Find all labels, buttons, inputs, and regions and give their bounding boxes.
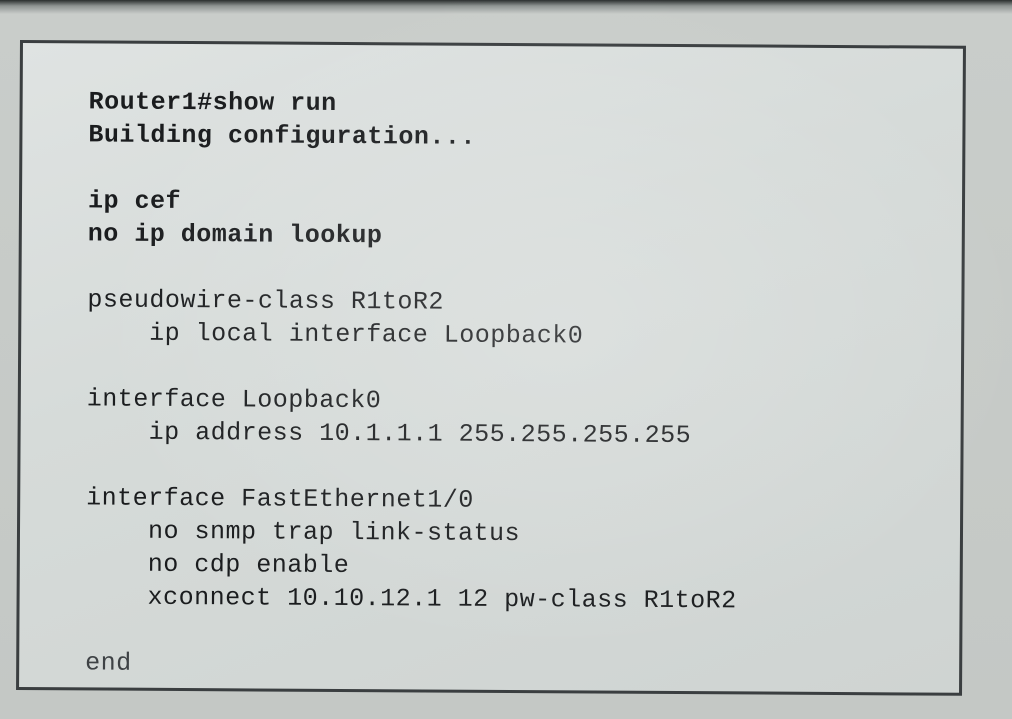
config-line: no ip domain lookup (87, 219, 383, 251)
prompt-line: Router1#show run (88, 87, 337, 118)
config-line: interface Loopback0 (86, 384, 382, 416)
config-line: ip address 10.1.1.1 255.255.255.255 (148, 417, 692, 451)
config-line: end (85, 648, 132, 678)
config-line: ip local interface Loopback0 (149, 318, 584, 351)
config-line: xconnect 10.10.12.1 12 pw-class R1toR2 (147, 582, 737, 616)
config-line: interface FastEthernet1/0 (86, 483, 474, 515)
config-line: Building configuration... (88, 120, 477, 152)
config-line: no cdp enable (147, 549, 350, 581)
config-line: ip cef (87, 186, 182, 216)
config-line: pseudowire-class R1toR2 (87, 285, 445, 317)
console-window: Router1#show run Building configuration.… (16, 40, 966, 696)
config-line: no snmp trap link-status (147, 516, 521, 549)
running-config-output: Router1#show run Building configuration.… (85, 85, 949, 684)
